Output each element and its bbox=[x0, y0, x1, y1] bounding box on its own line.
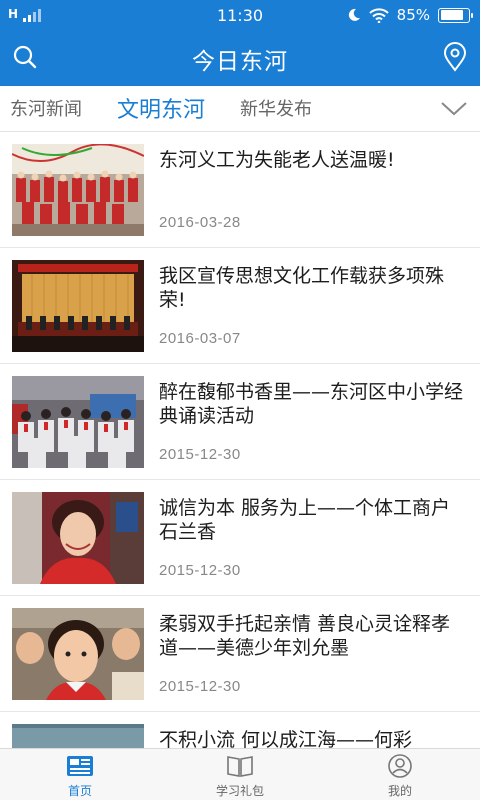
bottom-nav: 首页 学习礼包 我的 bbox=[0, 748, 480, 800]
article-title: 不积小流 何以成江海——何彩 bbox=[159, 729, 413, 748]
article-title: 东河义工为失能老人送温暖! bbox=[159, 149, 395, 171]
tab-civilized-donghe[interactable]: 文明东河 bbox=[117, 92, 205, 124]
app-bar: 今日东河 bbox=[0, 32, 480, 86]
article-title: 醉在馥郁书香里——东河区中小学经典诵读活动 bbox=[159, 381, 464, 427]
tab-donghe-news[interactable]: 东河新闻 bbox=[10, 95, 82, 121]
status-bar: H 11:30 85% bbox=[0, 0, 480, 32]
article-item[interactable]: 不积小流 何以成江海——何彩 bbox=[0, 712, 480, 748]
article-date: 2015-12-30 bbox=[159, 562, 241, 579]
tab-xinhua-release[interactable]: 新华发布 bbox=[240, 95, 312, 121]
nav-home[interactable]: 首页 bbox=[0, 749, 160, 800]
article-thumbnail bbox=[12, 376, 144, 468]
category-tabs: 东河新闻 文明东河 新华发布 bbox=[0, 86, 480, 132]
battery-percent: 85% bbox=[396, 6, 430, 24]
chevron-down-icon[interactable] bbox=[440, 98, 468, 118]
article-item[interactable]: 诚信为本 服务为上——个体工商户石兰香 2015-12-30 bbox=[0, 480, 480, 596]
nav-label: 学习礼包 bbox=[215, 784, 264, 798]
nav-label: 我的 bbox=[387, 784, 412, 798]
article-title: 柔弱双手托起亲情 善良心灵诠释孝道——美德少年刘允墨 bbox=[159, 613, 451, 659]
battery-icon bbox=[438, 7, 473, 23]
article-title: 我区宣传思想文化工作载获多项殊荣! bbox=[159, 265, 445, 311]
home-newspaper-icon bbox=[67, 756, 93, 776]
article-date: 2015-12-30 bbox=[159, 446, 241, 463]
article-title: 诚信为本 服务为上——个体工商户石兰香 bbox=[159, 497, 451, 543]
moon-icon bbox=[348, 8, 360, 21]
book-icon bbox=[227, 756, 253, 777]
article-item[interactable]: 柔弱双手托起亲情 善良心灵诠释孝道——美德少年刘允墨 2015-12-30 bbox=[0, 596, 480, 712]
nav-mine[interactable]: 我的 bbox=[320, 749, 480, 800]
article-thumbnail bbox=[12, 144, 144, 236]
article-list: 东河义工为失能老人送温暖! 2016-03-28 我区宣传思想文化工作载获多项殊… bbox=[0, 132, 480, 748]
article-thumbnail bbox=[12, 724, 144, 748]
user-icon bbox=[388, 754, 412, 778]
article-thumbnail bbox=[12, 260, 144, 352]
nav-label: 首页 bbox=[67, 784, 92, 798]
page-title: 今日东河 bbox=[192, 49, 288, 75]
article-item[interactable]: 醉在馥郁书香里——东河区中小学经典诵读活动 2015-12-30 bbox=[0, 364, 480, 480]
article-item[interactable]: 我区宣传思想文化工作载获多项殊荣! 2016-03-07 bbox=[0, 248, 480, 364]
article-date: 2016-03-28 bbox=[159, 214, 241, 231]
article-thumbnail bbox=[12, 608, 144, 700]
article-thumbnail bbox=[12, 492, 144, 584]
wifi-icon bbox=[368, 7, 389, 23]
article-item[interactable]: 东河义工为失能老人送温暖! 2016-03-28 bbox=[0, 132, 480, 248]
article-date: 2015-12-30 bbox=[159, 678, 241, 695]
article-date: 2016-03-07 bbox=[159, 330, 241, 347]
location-pin-icon[interactable] bbox=[442, 42, 468, 72]
nav-study-pack[interactable]: 学习礼包 bbox=[160, 749, 320, 800]
